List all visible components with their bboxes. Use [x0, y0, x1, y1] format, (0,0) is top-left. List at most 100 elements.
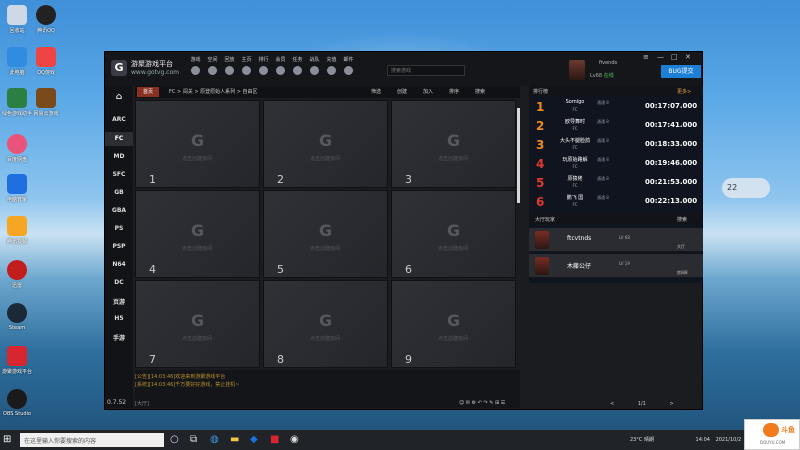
sidebar-item-sfc[interactable]: SFC [105, 171, 133, 178]
taskbar-search-input[interactable]: 在这里输入你要搜索的内容 [20, 433, 164, 447]
mail-icon [344, 66, 353, 75]
nav-game[interactable]: 游戏 [189, 56, 202, 75]
security-icon[interactable]: ◆ [250, 434, 258, 445]
nav-replay[interactable]: 回放 [223, 56, 236, 75]
sidebar-item-webgame[interactable]: 页游 [105, 297, 133, 306]
game-platform-window: G 游聚游戏平台 www.gotvg.com 游戏 空间 回放 主页 排行 会员… [104, 51, 703, 410]
ranking-row[interactable]: 2 欧导舞时 FC 通通 8 00:17:41.000 [529, 117, 703, 136]
sidebar-item-ps[interactable]: PS [105, 225, 133, 232]
room-logo-icon: G [447, 221, 461, 240]
room-slot-7[interactable]: G 点击创建房间 7 [135, 280, 260, 368]
title-bar: G 游聚游戏平台 www.gotvg.com 游戏 空间 回放 主页 排行 会员… [105, 52, 702, 86]
room-slot-1[interactable]: G 点击创建房间 1 [135, 100, 260, 188]
nav-mail[interactable]: 邮件 [342, 56, 355, 75]
join-room-button[interactable]: 加入 [423, 88, 433, 95]
ranking-row[interactable]: 4 玩原始路解 FC 通通 8 00:19:46.000 [529, 155, 703, 174]
team-icon [310, 66, 319, 75]
obs-icon[interactable]: OBS Studio [0, 389, 34, 417]
controller-icon [191, 66, 200, 75]
sidebar-item-md[interactable]: MD [105, 153, 133, 160]
top-nav: 游戏 空间 回放 主页 排行 会员 任务 战队 充值 邮件 [189, 56, 355, 75]
room-slot-9[interactable]: G 点击创建房间 9 [391, 280, 516, 368]
weather-widget[interactable]: 22 [722, 178, 770, 198]
sidebar-item-psp[interactable]: PSP [105, 243, 133, 250]
ranking-header: 排行榜 更多> [529, 86, 703, 96]
prev-page-button[interactable]: < [610, 401, 614, 407]
app-logo-icon: G [111, 60, 127, 76]
room-slot-4[interactable]: G 点击创建房间 4 [135, 190, 260, 278]
windows-start-icon[interactable]: ⊞ [3, 434, 11, 445]
maximize-button[interactable]: □ [671, 53, 678, 61]
search-input[interactable]: 搜索游戏 [387, 65, 465, 76]
gamer-platform-icon[interactable]: 游聚游戏平台 [0, 346, 34, 375]
sidebar-item-dc[interactable]: DC [105, 279, 133, 286]
bird-icon[interactable]: 迅雷 [0, 260, 34, 289]
sidebar-item-arc[interactable]: ARC [105, 116, 133, 123]
tray-weather[interactable]: 23°C 晴朗 [630, 437, 654, 443]
folder-icon[interactable]: ▬ [230, 434, 239, 445]
bug-report-button[interactable]: BUG提交 [661, 65, 701, 78]
shield-icon[interactable]: 电脑管家 [0, 174, 34, 203]
nav-vip[interactable]: 会员 [274, 56, 287, 75]
room-logo-icon: G [447, 131, 461, 150]
ranking-row[interactable]: 6 鹏飞 国 FC 通通 8 00:22:13.000 [529, 193, 703, 212]
breadcrumb-home-button[interactable]: 首页 [137, 87, 159, 97]
nav-team[interactable]: 战队 [308, 56, 321, 75]
home-icon[interactable]: ⌂ [105, 92, 133, 102]
hall-player-row[interactable]: 木藤公仔 LV 19 房间8 [529, 254, 703, 278]
sidebar-item-h5[interactable]: H5 [105, 315, 133, 322]
qq-penguin-icon[interactable]: 腾讯QQ [29, 5, 63, 34]
minimize-button[interactable]: — [657, 53, 664, 61]
ranking-row[interactable]: 5 原猿佬 FC 通通 8 00:21:53.000 [529, 174, 703, 193]
room-slot-2[interactable]: G 点击创建房间 2 [263, 100, 388, 188]
chat-tool-icons[interactable]: ☺ ✉ ⚙ ↶ ↷ ✎ ⊞ ☰ [459, 400, 505, 406]
sidebar-item-fc[interactable]: FC [105, 132, 133, 146]
app-url: www.gotvg.com [131, 69, 179, 76]
ranking-row[interactable]: 3 大头不腿脸鸽 FC 通通 8 00:18:33.000 [529, 136, 703, 155]
obs-icon[interactable]: ◉ [290, 434, 299, 445]
cloud-icon[interactable]: 百度网盘 [0, 134, 34, 163]
sidebar-item-n64[interactable]: N64 [105, 261, 133, 268]
gamer-platform-icon[interactable]: ■ [270, 434, 279, 445]
room-slot-5[interactable]: G 点击创建房间 5 [263, 190, 388, 278]
menu-icon[interactable]: ≡ [643, 53, 649, 61]
task-view-icon[interactable]: ⧉ [190, 434, 197, 445]
desktop-icons: 回收站 腾讯QQ 此电脑 QQ游戏 绿色游戏助手 网易云游戏 百度网盘 电脑管家… [0, 0, 110, 430]
space-icon [208, 66, 217, 75]
game-char-icon[interactable]: 网易云游戏 [29, 88, 63, 117]
video-icon[interactable]: 腾讯视频 [0, 216, 34, 245]
tray-clock[interactable]: 14:04 [696, 437, 710, 443]
next-page-button[interactable]: > [669, 401, 673, 407]
qq-game-icon[interactable]: QQ游戏 [29, 47, 63, 76]
nav-space[interactable]: 空间 [206, 56, 219, 75]
room-logo-icon: G [319, 311, 333, 330]
nav-ranking[interactable]: 排行 [257, 56, 270, 75]
sort-button[interactable]: 排序 [449, 88, 459, 95]
nav-task[interactable]: 任务 [291, 56, 304, 75]
edge-icon[interactable]: ◍ [210, 434, 219, 445]
cortana-icon[interactable]: ○ [170, 434, 179, 445]
room-slot-6[interactable]: G 点击创建房间 6 [391, 190, 516, 278]
tray-date[interactable]: 2021/10/2 [716, 437, 742, 443]
steam-icon[interactable]: Steam [0, 303, 34, 331]
ranking-more-link[interactable]: 更多> [677, 88, 691, 95]
ranking-row[interactable]: 1 Somigo FC 通通 8 00:17:07.000 [529, 98, 703, 117]
room-slot-8[interactable]: G 点击创建房间 8 [263, 280, 388, 368]
room-scrollbar[interactable] [517, 108, 520, 203]
sidebar-item-gba[interactable]: GBA [105, 207, 133, 214]
filter-button[interactable]: 筛选 [371, 88, 381, 95]
sidebar-item-mobile[interactable]: 手游 [105, 333, 133, 342]
nav-recharge[interactable]: 充值 [325, 56, 338, 75]
avatar [535, 231, 549, 249]
avatar[interactable] [569, 60, 585, 80]
search-room-button[interactable]: 搜索 [475, 88, 485, 95]
hall-player-row[interactable]: ftcvtnds LV 68 大厅 [529, 228, 703, 252]
close-button[interactable]: ✕ [685, 53, 691, 61]
breadcrumb-path: FC > 闯关 > 原登原始人系列 > 自由区 [169, 89, 258, 95]
create-room-button[interactable]: 创建 [397, 88, 407, 95]
chart-icon [259, 66, 268, 75]
hall-search-button[interactable]: 搜索 [677, 216, 687, 223]
nav-home[interactable]: 主页 [240, 56, 253, 75]
room-slot-3[interactable]: G 点击创建房间 3 [391, 100, 516, 188]
sidebar-item-gb[interactable]: GB [105, 189, 133, 196]
